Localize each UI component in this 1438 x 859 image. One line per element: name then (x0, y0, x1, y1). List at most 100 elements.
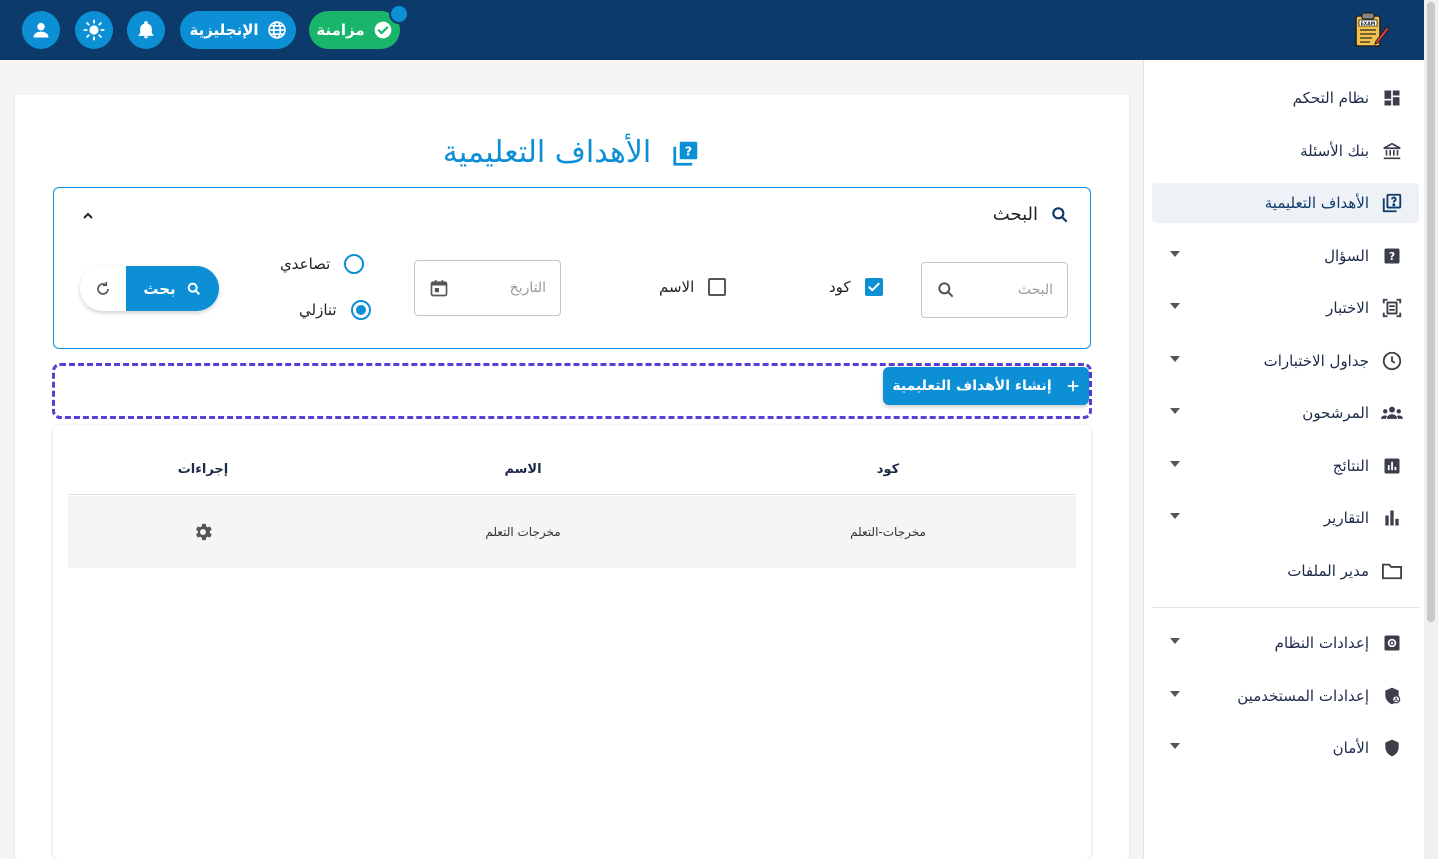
sidebar-item-file-manager[interactable]: مدير الملفات (1152, 551, 1419, 591)
filter-code-checkbox[interactable]: كود (829, 278, 883, 296)
shield-user-icon (1381, 685, 1403, 707)
search-input[interactable]: البحث (921, 262, 1068, 318)
sort-ascending-radio[interactable]: تصاعدي (280, 254, 365, 274)
cell-code: مخرجات-التعلم (850, 525, 926, 539)
sync-button[interactable]: مزامنة (309, 11, 400, 49)
settings-box-icon (1381, 632, 1403, 654)
chevron-down-icon (1170, 691, 1180, 697)
sidebar-item-exam-schedules[interactable]: جداول الاختبارات (1152, 341, 1419, 381)
search-button-group: بحث (80, 266, 219, 311)
globe-icon (267, 21, 286, 39)
search-panel-header[interactable]: البحث (993, 204, 1070, 225)
sidebar-item-learning-objectives[interactable]: الأهداف التعليمية (1152, 183, 1419, 223)
exam-logo-icon: EXAM (1355, 12, 1390, 47)
quiz-icon (1381, 192, 1403, 214)
top-header: الإنجليزية مزامنة EXAM (0, 0, 1424, 60)
refresh-icon (97, 281, 109, 295)
chevron-down-icon (1170, 251, 1180, 257)
notifications-button[interactable] (127, 11, 165, 49)
search-button-label: بحث (143, 279, 176, 298)
folder-icon (1381, 560, 1403, 582)
chevron-down-icon (1170, 743, 1180, 749)
chevron-down-icon (1170, 513, 1180, 519)
sidebar: نظام التحكم بنك الأسئلة الأهداف التعليمي… (1143, 60, 1424, 859)
quiz-icon: ? (671, 138, 701, 168)
user-account-button[interactable] (22, 11, 60, 49)
chevron-up-icon[interactable] (80, 208, 96, 224)
radio-unselected[interactable] (344, 254, 365, 274)
bar-chart-icon (1381, 507, 1403, 529)
create-learning-objectives-button[interactable]: إنشاء الأهداف التعليمية (883, 367, 1089, 405)
help-icon: ? (1381, 245, 1403, 267)
sidebar-item-results[interactable]: النتائج (1152, 446, 1419, 486)
sidebar-item-dashboard[interactable]: نظام التحكم (1152, 78, 1419, 118)
radio-selected[interactable] (350, 300, 371, 320)
sidebar-item-label: المرشحون (1302, 404, 1369, 422)
sidebar-item-question[interactable]: السؤال ? (1152, 236, 1419, 276)
document-scan-icon (1381, 297, 1403, 319)
date-field[interactable]: التاريخ (414, 260, 561, 316)
svg-text:?: ? (1389, 250, 1395, 263)
search-button[interactable]: بحث (126, 266, 219, 311)
user-icon (33, 22, 49, 38)
sidebar-item-exam[interactable]: الاختبار (1152, 288, 1419, 328)
shield-icon (1381, 737, 1403, 759)
table-row[interactable]: مخرجات-التعلم مخرجات التعلم (68, 496, 1076, 568)
page-title: الأهداف التعليمية ? (15, 135, 1129, 170)
sidebar-item-label: الأهداف التعليمية (1264, 194, 1369, 212)
chevron-down-icon (1170, 638, 1180, 644)
vertical-scrollbar[interactable] (1424, 0, 1438, 859)
svg-text:?: ? (685, 143, 692, 158)
sidebar-divider (1152, 607, 1419, 608)
search-heading: البحث (992, 204, 1038, 225)
chevron-down-icon (1170, 303, 1180, 309)
sidebar-item-label: السؤال (1324, 247, 1369, 265)
chevron-down-icon (1170, 461, 1180, 467)
checkbox-unchecked[interactable] (708, 278, 727, 296)
theme-toggle-button[interactable] (75, 11, 113, 49)
language-button[interactable]: الإنجليزية (180, 11, 296, 49)
sidebar-item-label: الاختبار (1326, 299, 1369, 317)
filter-name-checkbox[interactable]: الاسم (659, 278, 727, 296)
bank-icon (1381, 140, 1403, 162)
sidebar-item-reports[interactable]: التقارير (1152, 498, 1419, 538)
checkbox-checked[interactable] (864, 278, 883, 296)
bell-icon (138, 21, 154, 39)
sidebar-item-system-settings[interactable]: إعدادات النظام (1152, 623, 1419, 663)
sidebar-item-user-settings[interactable]: إعدادات المستخدمين (1152, 676, 1419, 716)
column-header-name[interactable]: الاسم (338, 445, 708, 494)
table-header: كود الاسم إجراءات (68, 445, 1076, 495)
poll-icon (1381, 455, 1403, 477)
sort-desc-label: تنازلي (299, 301, 337, 319)
objectives-table: كود الاسم إجراءات مخرجات-التعلم مخرجات ا… (53, 425, 1091, 859)
column-header-code[interactable]: كود (708, 445, 1068, 494)
sort-descending-radio[interactable]: تنازلي (299, 300, 371, 320)
sort-asc-label: تصاعدي (280, 255, 331, 273)
sidebar-item-label: الأمان (1332, 739, 1369, 757)
app-logo[interactable]: EXAM (1350, 10, 1390, 50)
create-button-label: إنشاء الأهداف التعليمية (892, 378, 1052, 394)
sync-status-dot (389, 4, 409, 24)
scrollbar-thumb[interactable] (1427, 2, 1435, 622)
sidebar-item-candidates[interactable]: المرشحون (1152, 393, 1419, 433)
sidebar-item-label: جداول الاختبارات (1263, 352, 1369, 370)
search-icon (187, 282, 200, 295)
logo-lettering: EXAM (1361, 21, 1376, 27)
people-icon (1381, 402, 1403, 424)
sync-label: مزامنة (316, 21, 365, 39)
column-header-actions: إجراءات (177, 462, 229, 477)
chevron-down-icon (1170, 408, 1180, 414)
sidebar-item-label: مدير الملفات (1287, 562, 1369, 580)
check-circle-icon (374, 21, 391, 39)
sidebar-item-security[interactable]: الأمان (1152, 728, 1419, 768)
dashboard-icon (1381, 87, 1403, 109)
filter-name-label: الاسم (659, 278, 695, 296)
sidebar-item-question-bank[interactable]: بنك الأسئلة (1152, 131, 1419, 171)
search-icon (1052, 206, 1068, 222)
calendar-icon (430, 280, 448, 297)
row-actions (118, 496, 288, 568)
gear-icon[interactable] (192, 521, 214, 543)
reset-button[interactable] (80, 266, 126, 311)
sidebar-item-label: بنك الأسئلة (1300, 142, 1369, 160)
actions-toolbar: إنشاء الأهداف التعليمية (52, 363, 1092, 419)
